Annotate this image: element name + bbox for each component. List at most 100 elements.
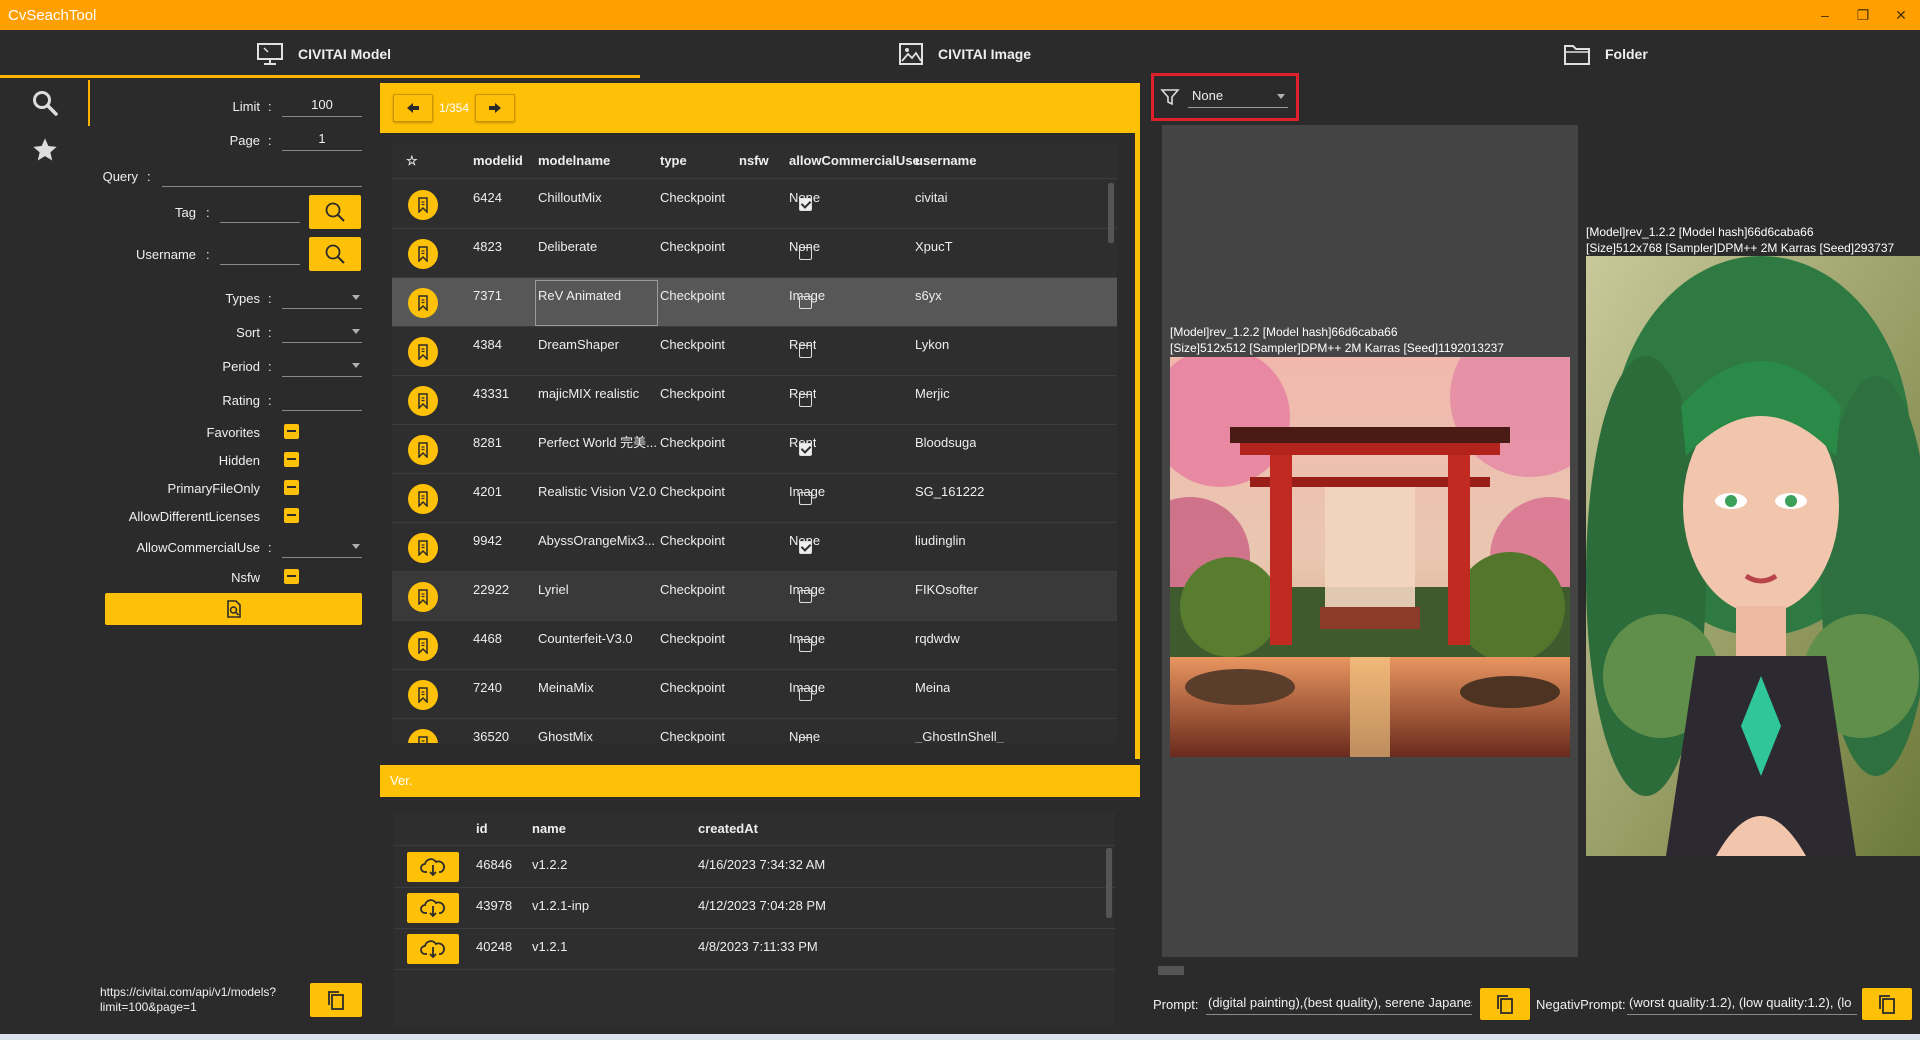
cell-modelname[interactable]: GhostMix	[538, 719, 593, 743]
cell-username[interactable]: Merjic	[915, 376, 950, 412]
cell-username[interactable]: Lykon	[915, 327, 949, 363]
cell-modelname[interactable]: DreamShaper	[538, 327, 619, 363]
table-row[interactable]: 36520 GhostMix Checkpoint None _GhostInShell…	[392, 719, 1117, 743]
cell-type[interactable]: Checkpoint	[660, 278, 725, 314]
search-models-button[interactable]	[105, 593, 362, 625]
col-username-header[interactable]: username	[915, 143, 976, 179]
cell-name[interactable]: v1.2.1-inp	[532, 888, 589, 924]
col-nsfw-header[interactable]: nsfw	[739, 143, 769, 179]
nsfw-checkbox[interactable]	[799, 247, 812, 260]
nsfw-checkbox[interactable]	[799, 639, 812, 652]
table-row[interactable]: 43331 majicMIX realistic Checkpoint Rent Mer…	[392, 376, 1117, 425]
tab-folder[interactable]: Folder	[1563, 30, 1648, 78]
cell-modelname[interactable]: Counterfeit-V3.0	[538, 621, 633, 657]
cell-modelname[interactable]: Realistic Vision V2.0	[538, 474, 656, 510]
cell-type[interactable]: Checkpoint	[660, 376, 725, 412]
rating-input[interactable]	[282, 387, 362, 411]
cell-type[interactable]: Checkpoint	[660, 229, 725, 265]
cell-username[interactable]: liudinglin	[915, 523, 966, 559]
table-row[interactable]: 9942AbyssOrangeMix3...CheckpointNoneliud…	[392, 523, 1117, 572]
allow-different-licenses-checkbox[interactable]	[284, 508, 299, 523]
nsfw-checkbox[interactable]	[799, 198, 812, 211]
favorite-button[interactable]	[408, 435, 438, 465]
cell-modelname[interactable]: AbyssOrangeMix3...	[538, 523, 655, 559]
cell-type[interactable]: Checkpoint	[660, 621, 725, 657]
cell-createdat[interactable]: 4/8/2023 7:11:33 PM	[698, 929, 818, 965]
table-row[interactable]: 6424ChilloutMixCheckpointNonecivitai	[392, 180, 1117, 229]
table-row[interactable]: 4201 Realistic Vision V2.0 Checkpoint Image…	[392, 474, 1117, 523]
favorite-button[interactable]	[408, 337, 438, 367]
cell-createdat[interactable]: 4/16/2023 7:34:32 AM	[698, 847, 825, 883]
download-button[interactable]	[407, 852, 459, 882]
col-type-header[interactable]: type	[660, 143, 687, 179]
versions-scrollbar[interactable]	[1106, 848, 1112, 918]
image-card[interactable]: [Model]rev_1.2.2 [Model hash]66d6caba66 …	[1170, 324, 1570, 757]
cell-modelid[interactable]: 4823	[473, 229, 502, 265]
next-page-button[interactable]	[475, 94, 515, 122]
table-row[interactable]: 46846 v1.2.2 4/16/2023 7:34:32 AM	[394, 847, 1115, 888]
favorites-checkbox[interactable]	[284, 424, 299, 439]
favorite-button[interactable]	[408, 631, 438, 661]
cell-id[interactable]: 46846	[476, 847, 512, 883]
gallery-scrollbar[interactable]	[1158, 966, 1184, 975]
prev-page-button[interactable]	[393, 94, 433, 122]
cell-modelid[interactable]: 43331	[473, 376, 509, 412]
cell-modelname[interactable]: majicMIX realistic	[538, 376, 639, 412]
nav-favorites[interactable]	[0, 127, 90, 173]
period-select[interactable]	[282, 353, 362, 377]
cell-modelid[interactable]: 8281	[473, 425, 502, 461]
tag-search-button[interactable]	[309, 195, 361, 229]
nsfw-checkbox[interactable]	[799, 541, 812, 554]
limit-input[interactable]: 100	[282, 93, 362, 117]
table-row[interactable]: 40248 v1.2.1 4/8/2023 7:11:33 PM	[394, 929, 1115, 970]
cell-type[interactable]: Checkpoint	[660, 180, 725, 216]
favorite-button[interactable]	[408, 729, 438, 743]
cell-name[interactable]: v1.2.1	[532, 929, 567, 965]
cell-createdat[interactable]: 4/12/2023 7:04:28 PM	[698, 888, 826, 924]
copy-prompt-button[interactable]	[1480, 988, 1530, 1020]
tag-input[interactable]	[220, 199, 300, 223]
col-name-header[interactable]: name	[532, 812, 566, 846]
cell-modelname[interactable]: Deliberate	[538, 229, 597, 265]
page-input[interactable]: 1	[282, 127, 362, 151]
nsfw-checkbox[interactable]	[799, 345, 812, 358]
favorite-button[interactable]	[408, 239, 438, 269]
table-row[interactable]: 8281Perfect World 完美...CheckpointRentBlo…	[392, 425, 1117, 474]
nsfw-checkbox[interactable]	[284, 569, 299, 584]
copy-negative-prompt-button[interactable]	[1862, 988, 1912, 1020]
nsfw-checkbox[interactable]	[799, 443, 812, 456]
cell-type[interactable]: Checkpoint	[660, 474, 725, 510]
cell-username[interactable]: rqdwdw	[915, 621, 960, 657]
cell-modelid[interactable]: 4468	[473, 621, 502, 657]
nsfw-checkbox[interactable]	[799, 394, 812, 407]
table-row[interactable]: 4823 Deliberate Checkpoint None XpucT	[392, 229, 1117, 278]
col-allowcommercialuse-header[interactable]: allowCommercialUse	[789, 143, 920, 179]
download-button[interactable]	[407, 893, 459, 923]
close-button[interactable]: ✕	[1882, 0, 1920, 30]
cell-username[interactable]: SG_161222	[915, 474, 984, 510]
cell-type[interactable]: Checkpoint	[660, 327, 725, 363]
favorite-button[interactable]	[408, 680, 438, 710]
cell-type[interactable]: Checkpoint	[660, 572, 725, 608]
cell-modelid[interactable]: 7240	[473, 670, 502, 706]
cell-id[interactable]: 43978	[476, 888, 512, 924]
sort-select[interactable]	[282, 319, 362, 343]
table-row[interactable]: 7240 MeinaMix Checkpoint Image Meina	[392, 670, 1117, 719]
allow-commercial-use-select[interactable]	[282, 534, 362, 558]
favorite-button[interactable]	[408, 582, 438, 612]
query-input[interactable]	[162, 163, 362, 187]
negative-prompt-field[interactable]: (worst quality:1.2), (low quality:1.2), …	[1627, 993, 1857, 1015]
table-row[interactable]: 7371 ReV Animated Checkpoint Image s6yx	[392, 278, 1117, 327]
col-modelid-header[interactable]: modelid	[473, 143, 523, 179]
table-row[interactable]: 4384 DreamShaper Checkpoint Rent Lykon	[392, 327, 1117, 376]
types-select[interactable]	[282, 285, 362, 309]
cell-modelid[interactable]: 7371	[473, 278, 502, 314]
cell-name[interactable]: v1.2.2	[532, 847, 567, 883]
cell-type[interactable]: Checkpoint	[660, 523, 725, 559]
cell-edit-focus[interactable]	[535, 280, 658, 326]
image-card[interactable]: [Model]rev_1.2.2 [Model hash]66d6caba66 …	[1586, 224, 1920, 856]
col-id-header[interactable]: id	[476, 812, 488, 846]
col-modelname-header[interactable]: modelname	[538, 143, 610, 179]
restore-button[interactable]: ❐	[1844, 0, 1882, 30]
nsfw-checkbox[interactable]	[799, 296, 812, 309]
